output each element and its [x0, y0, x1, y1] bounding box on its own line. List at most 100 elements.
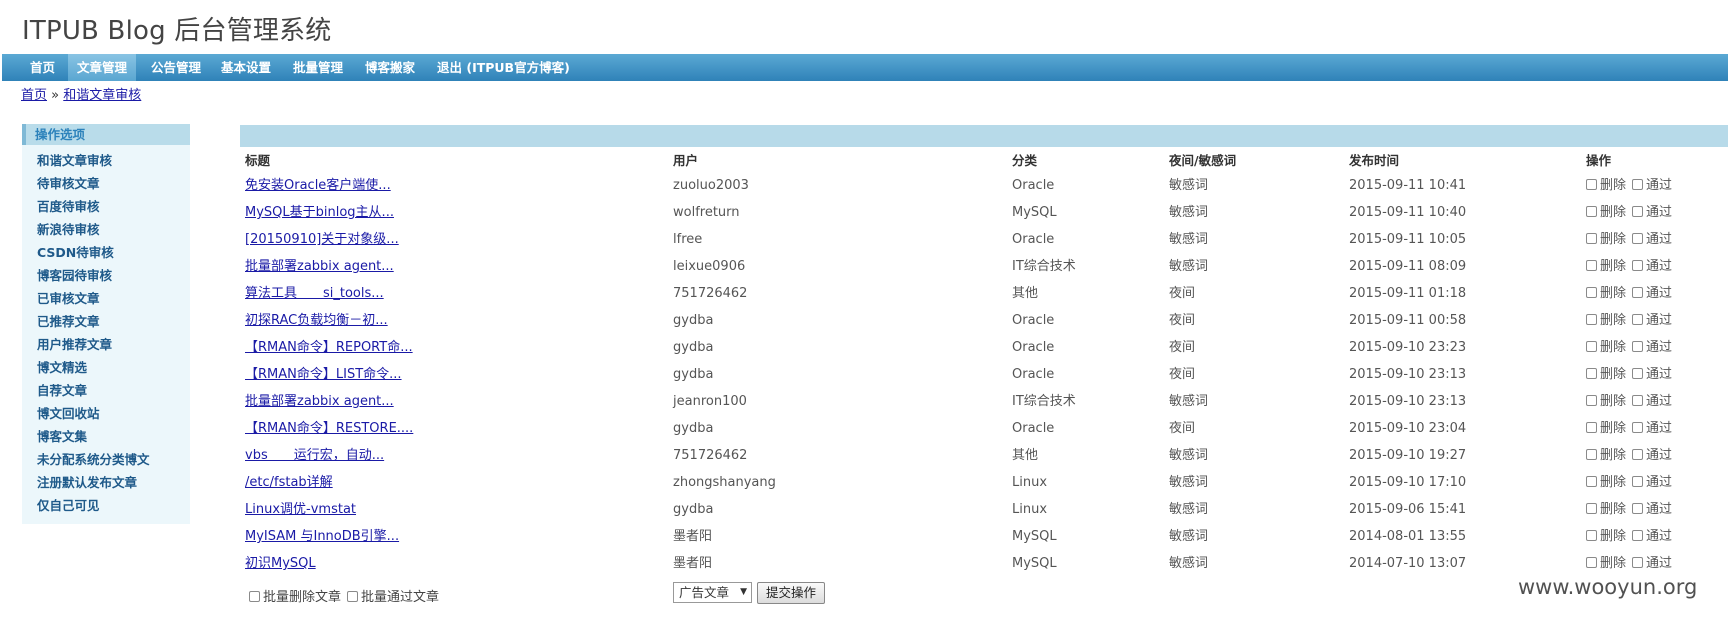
delete-checkbox[interactable] [1586, 449, 1597, 460]
sidebar-item-unassigned-category[interactable]: 未分配系统分类博文 [22, 448, 190, 471]
article-title-link[interactable]: 初识MySQL [245, 555, 316, 573]
delete-checkbox[interactable] [1586, 233, 1597, 244]
article-title-link[interactable]: 批量部署zabbix agent... [245, 393, 394, 411]
article-title-link[interactable]: 算法工具 si_tools... [245, 285, 384, 303]
submit-button[interactable]: 提交操作 [757, 582, 825, 604]
sidebar-item-recommended[interactable]: 已推荐文章 [22, 310, 190, 333]
sidebar-item-featured[interactable]: 博文精选 [22, 356, 190, 379]
delete-checkbox[interactable] [1586, 530, 1597, 541]
article-publish-time: 2015-09-11 10:41 [1349, 178, 1467, 193]
sidebar-item-register-default[interactable]: 注册默认发布文章 [22, 471, 190, 494]
pass-label: 通过 [1646, 448, 1673, 463]
breadcrumb-home-link[interactable]: 首页 [21, 88, 47, 103]
article-title-link[interactable]: /etc/fstab详解 [245, 474, 333, 492]
pass-checkbox[interactable] [1632, 341, 1644, 352]
nav-home[interactable]: 首页 [21, 54, 64, 81]
pass-checkbox[interactable] [1632, 206, 1644, 217]
sidebar-item-user-recommended[interactable]: 用户推荐文章 [22, 333, 190, 356]
article-title-link[interactable]: 批量部署zabbix agent... [245, 258, 394, 276]
article-user: jeanron100 [673, 394, 747, 409]
article-category: MySQL [1012, 205, 1057, 220]
article-publish-time: 2015-09-10 23:13 [1349, 367, 1467, 382]
article-title-link[interactable]: 【RMAN命令】LIST命令... [245, 366, 402, 384]
delete-checkbox[interactable] [1586, 395, 1597, 406]
pass-checkbox[interactable] [1632, 233, 1644, 244]
nav-basic-settings[interactable]: 基本设置 [212, 54, 280, 81]
article-title-link[interactable]: Linux调优-vmstat [245, 501, 356, 519]
nav-announcement-management[interactable]: 公告管理 [142, 54, 210, 81]
batch-delete-checkbox[interactable] [249, 591, 260, 602]
pass-checkbox[interactable] [1632, 287, 1644, 298]
delete-checkbox[interactable] [1586, 503, 1597, 514]
article-title-link[interactable]: MySQL基于binlog主从... [245, 204, 394, 222]
batch-delete-group: 批量删除文章 [249, 586, 341, 605]
nav-article-management[interactable]: 文章管理 [68, 54, 137, 81]
delete-checkbox[interactable] [1586, 206, 1597, 217]
delete-checkbox[interactable] [1586, 260, 1597, 271]
pass-checkbox[interactable] [1632, 179, 1644, 190]
delete-label: 删除 [1600, 394, 1627, 409]
pass-checkbox[interactable] [1632, 557, 1644, 568]
pass-checkbox[interactable] [1632, 395, 1644, 406]
article-title-link[interactable]: vbs 运行宏，自动... [245, 447, 384, 465]
article-publish-time: 2014-08-01 13:55 [1349, 529, 1467, 544]
article-user: gydba [673, 340, 714, 355]
table-row: 初识MySQL 墨者阳 MySQL 敏感词 2014-07-10 13:07 删除 通过 [240, 555, 1728, 582]
nav-blog-migration[interactable]: 博客搬家 [356, 54, 424, 81]
article-user: gydba [673, 313, 714, 328]
article-title-link[interactable]: 【RMAN命令】REPORT命... [245, 339, 413, 357]
breadcrumb: 首页 » 和谐文章审核 [21, 84, 141, 103]
article-sensitive-flag: 夜间 [1169, 313, 1196, 328]
pass-checkbox[interactable] [1632, 314, 1644, 325]
pass-checkbox[interactable] [1632, 503, 1644, 514]
sidebar-item-cnblogs-pending[interactable]: 博客园待审核 [22, 264, 190, 287]
category-select[interactable]: 广告文章 ▼ [673, 582, 752, 603]
nav-logout[interactable]: 退出 (ITPUB官方博客) [428, 54, 579, 81]
sidebar-item-blog-collections[interactable]: 博客文集 [22, 425, 190, 448]
pass-checkbox[interactable] [1632, 449, 1644, 460]
batch-pass-checkbox[interactable] [347, 591, 358, 602]
nav-batch-management[interactable]: 批量管理 [284, 54, 352, 81]
sidebar-item-recycle-bin[interactable]: 博文回收站 [22, 402, 190, 425]
article-sensitive-flag: 夜间 [1169, 340, 1196, 355]
article-user: zuoluo2003 [673, 178, 749, 193]
sidebar-item-sina-pending[interactable]: 新浪待审核 [22, 218, 190, 241]
sidebar-item-pending-review[interactable]: 待审核文章 [22, 172, 190, 195]
article-title-link[interactable]: 初探RAC负载均衡－初... [245, 312, 388, 330]
delete-label: 删除 [1600, 259, 1627, 274]
pass-checkbox[interactable] [1632, 422, 1644, 433]
delete-checkbox[interactable] [1586, 287, 1597, 298]
breadcrumb-separator: » [51, 88, 60, 103]
row-actions: 删除 通过 [1586, 555, 1678, 573]
table-row: 批量部署zabbix agent... jeanron100 IT综合技术 敏感词 20… [240, 393, 1728, 420]
article-title-link[interactable]: MyISAM 与InnoDB引擎... [245, 528, 399, 546]
pass-checkbox[interactable] [1632, 260, 1644, 271]
batch-actions-bar: 批量删除文章 批量通过文章 广告文章 ▼ 提交操作 [240, 582, 1728, 606]
sidebar-item-baidu-pending[interactable]: 百度待审核 [22, 195, 190, 218]
article-title-link[interactable]: 【RMAN命令】RESTORE.... [245, 420, 413, 438]
article-user: gydba [673, 421, 714, 436]
sidebar-item-harmonized-review[interactable]: 和谐文章审核 [22, 149, 190, 172]
delete-checkbox[interactable] [1586, 422, 1597, 433]
delete-checkbox[interactable] [1586, 557, 1597, 568]
sidebar-item-reviewed[interactable]: 已审核文章 [22, 287, 190, 310]
article-title-link[interactable]: 免安装Oracle客户端使... [245, 177, 391, 195]
sidebar-item-csdn-pending[interactable]: CSDN待审核 [22, 241, 190, 264]
delete-checkbox[interactable] [1586, 341, 1597, 352]
breadcrumb-current-link[interactable]: 和谐文章审核 [63, 88, 141, 103]
article-user: lfree [673, 232, 703, 247]
delete-checkbox[interactable] [1586, 368, 1597, 379]
delete-checkbox[interactable] [1586, 179, 1597, 190]
pass-checkbox[interactable] [1632, 476, 1644, 487]
article-publish-time: 2014-07-10 13:07 [1349, 556, 1467, 571]
sidebar-item-self-recommended[interactable]: 自荐文章 [22, 379, 190, 402]
pass-checkbox[interactable] [1632, 368, 1644, 379]
article-title-link[interactable]: [20150910]关于对象级... [245, 231, 399, 249]
article-category: MySQL [1012, 529, 1057, 544]
delete-checkbox[interactable] [1586, 314, 1597, 325]
sidebar-item-private[interactable]: 仅自己可见 [22, 494, 190, 517]
table-row: 【RMAN命令】LIST命令... gydba Oracle 夜间 2015-09-10… [240, 366, 1728, 393]
article-sensitive-flag: 夜间 [1169, 421, 1196, 436]
pass-checkbox[interactable] [1632, 530, 1644, 541]
delete-checkbox[interactable] [1586, 476, 1597, 487]
